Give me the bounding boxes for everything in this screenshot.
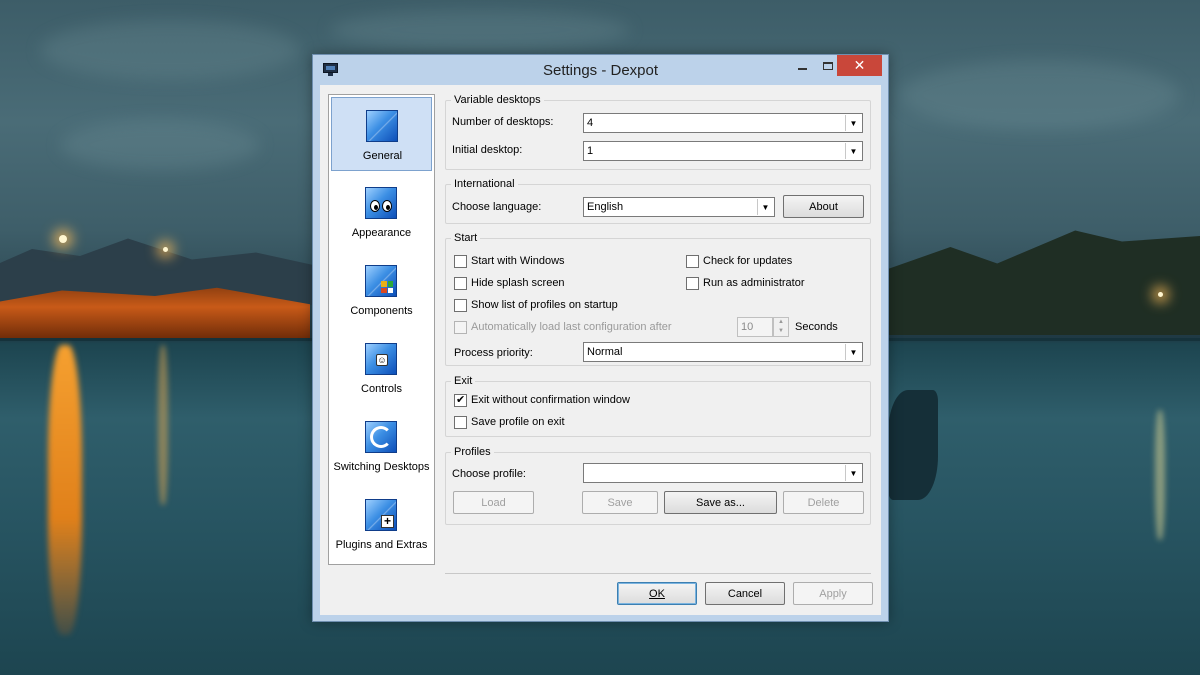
chevron-down-icon[interactable]: ▼	[845, 115, 861, 131]
ok-button-label: OK	[649, 587, 665, 600]
sidebar-item-label: Switching Desktops	[333, 461, 430, 473]
auto-load-checkbox[interactable]	[454, 321, 467, 334]
run-admin-checkbox[interactable]	[686, 277, 699, 290]
hide-splash-checkbox[interactable]	[454, 277, 467, 290]
seconds-label: Seconds	[795, 321, 838, 333]
chevron-down-icon[interactable]: ▼	[757, 199, 773, 215]
group-title: Profiles	[451, 446, 494, 458]
sidebar-item-switching-desktops[interactable]: Switching Desktops	[331, 409, 432, 483]
plugins-icon: +	[365, 499, 397, 531]
sidebar-item-components[interactable]: Components	[331, 253, 432, 327]
choose-profile-label: Choose profile:	[452, 468, 526, 480]
save-profile-exit-checkbox[interactable]	[454, 416, 467, 429]
chevron-down-icon[interactable]: ▼	[845, 344, 861, 360]
exit-group: Exit Exit without confirmation window Sa…	[445, 375, 871, 437]
num-desktops-label: Number of desktops:	[452, 116, 554, 128]
general-icon	[366, 110, 398, 142]
sidebar-item-controls[interactable]: ☺ Controls	[331, 331, 432, 405]
initial-desktop-dropdown[interactable]: 1 ▼	[583, 141, 863, 161]
start-with-windows-checkbox[interactable]	[454, 255, 467, 268]
components-icon	[365, 265, 397, 297]
maximize-icon	[823, 61, 833, 70]
delete-button[interactable]: Delete	[783, 491, 864, 514]
settings-window: Settings - Dexpot ✕ General Appearance C…	[312, 54, 889, 622]
cancel-button-label: Cancel	[727, 587, 763, 600]
check-updates-checkbox[interactable]	[686, 255, 699, 268]
sidebar-item-label: General	[362, 150, 403, 162]
chevron-down-icon[interactable]: ▼	[845, 143, 861, 159]
minimize-icon	[797, 67, 807, 70]
sidebar-item-appearance[interactable]: Appearance	[331, 175, 432, 249]
chevron-down-icon[interactable]: ▼	[845, 465, 861, 481]
title-bar[interactable]: Settings - Dexpot ✕	[313, 55, 888, 85]
sidebar-item-label: Components	[350, 305, 413, 317]
sidebar-item-general[interactable]: General	[331, 97, 432, 171]
sidebar-item-label: Appearance	[351, 227, 412, 239]
show-profiles-label: Show list of profiles on startup	[471, 299, 618, 311]
seconds-spinner[interactable]: ▲ ▼	[773, 317, 789, 337]
start-with-windows-label: Start with Windows	[471, 255, 565, 267]
process-priority-dropdown[interactable]: Normal ▼	[583, 342, 863, 362]
seconds-value: 10	[741, 321, 754, 333]
process-priority-label: Process priority:	[454, 347, 533, 359]
save-button[interactable]: Save	[582, 491, 658, 514]
process-priority-value: Normal	[587, 346, 623, 358]
choose-language-label: Choose language:	[452, 201, 542, 213]
apply-button-label: Apply	[819, 587, 847, 600]
minimize-button[interactable]	[789, 55, 815, 76]
about-button[interactable]: About	[783, 195, 864, 218]
close-button[interactable]: ✕	[837, 55, 882, 76]
sidebar-item-plugins[interactable]: + Plugins and Extras	[331, 487, 432, 561]
group-title: Variable desktops	[451, 94, 544, 106]
save-as-button[interactable]: Save as...	[664, 491, 777, 514]
language-value: English	[587, 201, 624, 213]
choose-profile-dropdown[interactable]: ▼	[583, 463, 863, 483]
footer-separator	[445, 573, 871, 574]
group-title: Start	[451, 232, 481, 244]
seconds-input[interactable]: 10	[737, 317, 773, 337]
ok-button[interactable]: OK	[617, 582, 697, 605]
profiles-group: Profiles Choose profile: ▼ Load Save Sav…	[445, 446, 871, 525]
group-title: International	[451, 178, 518, 190]
controls-icon: ☺	[365, 343, 397, 375]
dialog-client-area: General Appearance Components ☺ Controls…	[320, 85, 881, 615]
run-admin-label: Run as administrator	[703, 277, 805, 289]
variable-desktops-group: Variable desktops Number of desktops: 4 …	[445, 94, 871, 170]
load-button[interactable]: Load	[453, 491, 534, 514]
check-updates-label: Check for updates	[703, 255, 793, 267]
chevron-down-icon[interactable]: ▼	[774, 327, 788, 336]
sidebar-item-label: Plugins and Extras	[335, 539, 428, 551]
group-title: Exit	[451, 375, 476, 387]
chevron-up-icon[interactable]: ▲	[774, 318, 788, 327]
close-icon: ✕	[853, 57, 866, 73]
initial-desktop-value: 1	[587, 145, 594, 157]
appearance-icon	[365, 187, 397, 219]
initial-desktop-label: Initial desktop:	[452, 144, 523, 156]
hide-splash-label: Hide splash screen	[471, 277, 565, 289]
language-dropdown[interactable]: English ▼	[583, 197, 775, 217]
exit-without-confirm-label: Exit without confirmation window	[471, 394, 630, 406]
international-group: International Choose language: English ▼…	[445, 178, 871, 224]
start-group: Start Start with Windows Check for updat…	[445, 232, 871, 366]
sidebar-item-label: Controls	[361, 383, 402, 395]
auto-load-label: Automatically load last configuration af…	[471, 321, 672, 333]
save-profile-exit-label: Save profile on exit	[471, 416, 565, 428]
exit-without-confirm-checkbox[interactable]	[454, 393, 467, 407]
show-profiles-checkbox[interactable]	[454, 299, 467, 312]
num-desktops-dropdown[interactable]: 4 ▼	[583, 113, 863, 133]
switching-desktops-icon	[365, 421, 397, 453]
apply-button[interactable]: Apply	[793, 582, 873, 605]
category-sidebar: General Appearance Components ☺ Controls…	[328, 94, 435, 565]
cancel-button[interactable]: Cancel	[705, 582, 785, 605]
num-desktops-value: 4	[587, 117, 594, 129]
